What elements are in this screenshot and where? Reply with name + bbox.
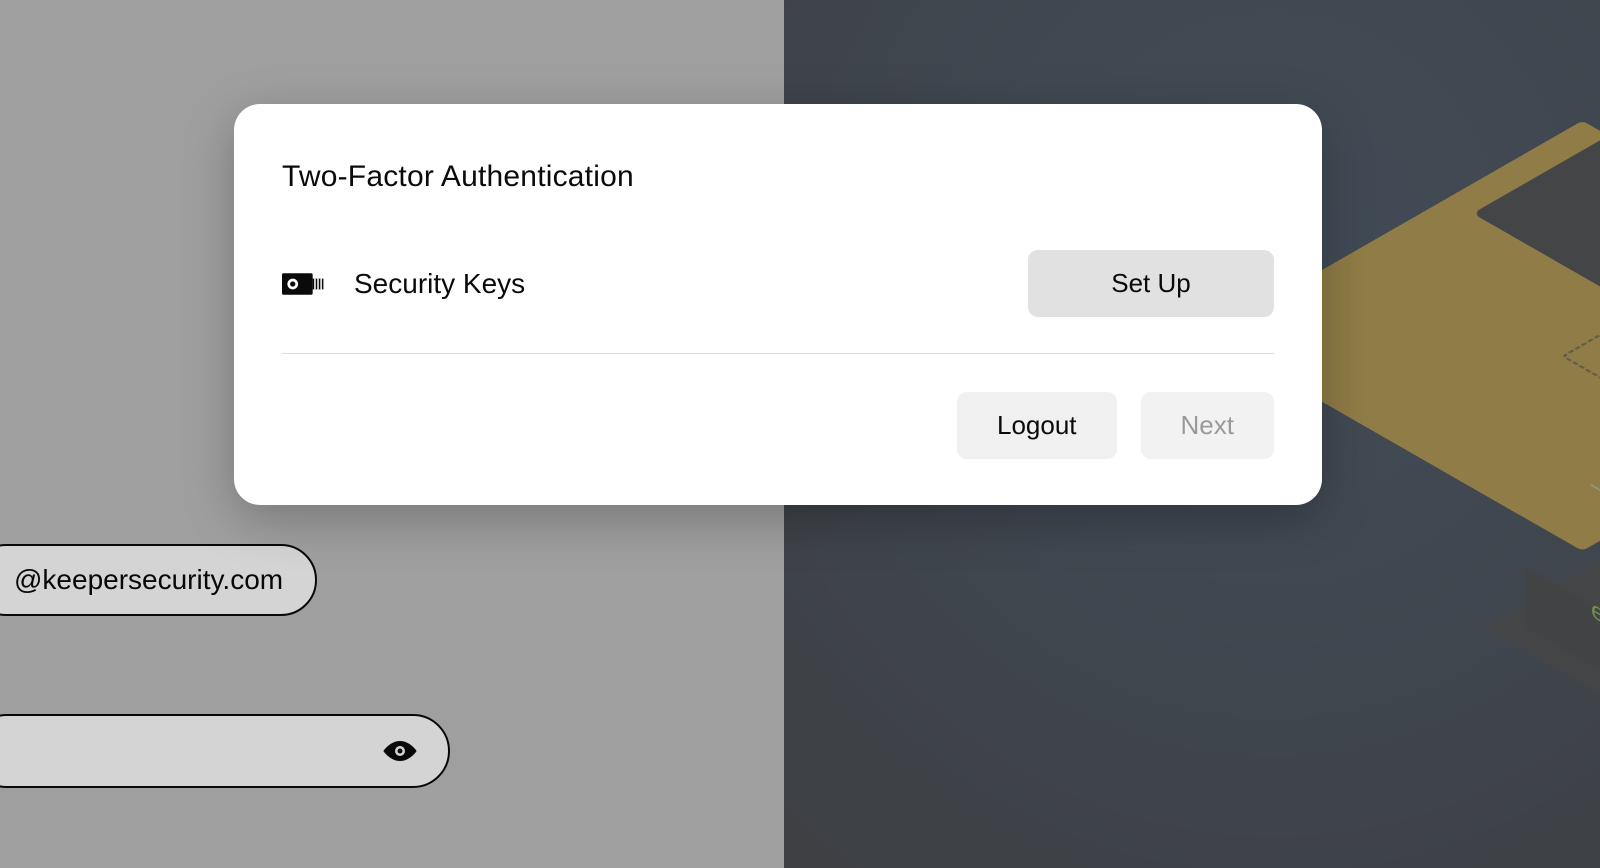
method-label: Security Keys bbox=[354, 268, 1028, 300]
dialog-actions: Logout Next bbox=[282, 392, 1274, 459]
password-field[interactable] bbox=[0, 714, 450, 788]
next-button[interactable]: Next bbox=[1141, 392, 1274, 459]
dialog-title: Two-Factor Authentication bbox=[282, 160, 1274, 194]
logout-button[interactable]: Logout bbox=[957, 392, 1117, 459]
email-field[interactable]: @keepersecurity.com bbox=[0, 544, 317, 616]
security-key-icon bbox=[282, 269, 328, 299]
set-up-button[interactable]: Set Up bbox=[1028, 250, 1274, 317]
eye-icon[interactable] bbox=[380, 731, 420, 771]
email-value: @keepersecurity.com bbox=[14, 564, 283, 596]
method-row-security-keys: Security Keys Set Up bbox=[282, 250, 1274, 354]
two-factor-dialog: Two-Factor Authentication Security Keys … bbox=[234, 104, 1322, 505]
